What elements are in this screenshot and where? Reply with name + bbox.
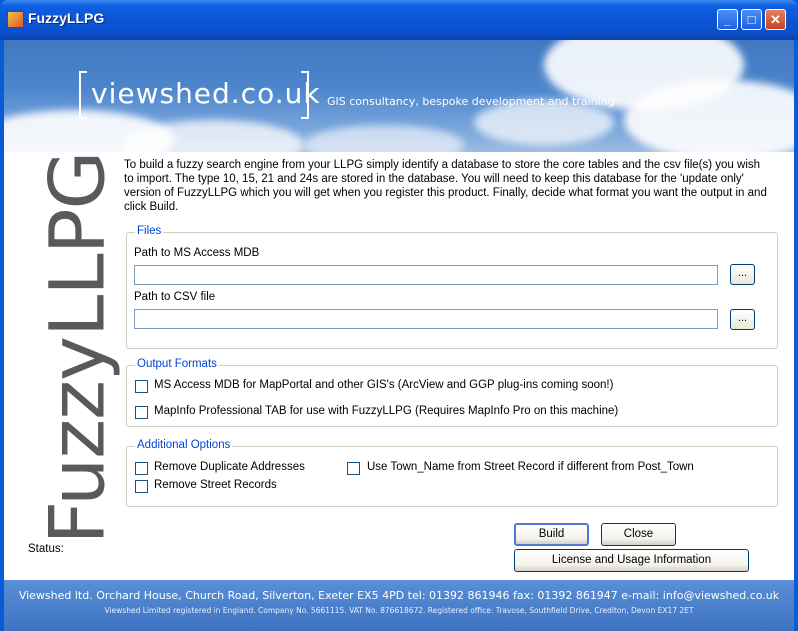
client-area: viewshed.co.uk GIS consultancy, bespoke … bbox=[4, 40, 794, 631]
output-formats-legend: Output Formats bbox=[135, 358, 219, 370]
close-button[interactable]: Close bbox=[601, 523, 676, 546]
app-icon bbox=[7, 11, 24, 28]
mdb-path-label: Path to MS Access MDB bbox=[134, 247, 260, 259]
csv-path-label: Path to CSV file bbox=[134, 291, 216, 303]
intro-text: To build a fuzzy search engine from your… bbox=[124, 159, 767, 213]
viewshed-logo: viewshed.co.uk bbox=[79, 71, 320, 119]
close-window-button[interactable]: ✕ bbox=[765, 9, 786, 30]
csv-browse-button[interactable]: ... bbox=[730, 309, 755, 330]
use-town-name-checkbox[interactable] bbox=[347, 462, 360, 475]
mdb-browse-button[interactable]: ... bbox=[730, 264, 755, 285]
build-button[interactable]: Build bbox=[514, 523, 589, 546]
csv-path-input[interactable] bbox=[134, 309, 718, 329]
side-title-text: FuzzyLLPG bbox=[32, 151, 122, 545]
remove-street-records-checkbox[interactable] bbox=[135, 480, 148, 493]
remove-duplicates-checkbox[interactable] bbox=[135, 462, 148, 475]
use-town-name-label: Use Town_Name from Street Record if diff… bbox=[367, 461, 694, 473]
minimize-button[interactable]: _ bbox=[717, 9, 738, 30]
output-formats-group: Output Formats MS Access MDB for MapPort… bbox=[126, 358, 778, 427]
additional-options-legend: Additional Options bbox=[135, 439, 233, 451]
banner: viewshed.co.uk GIS consultancy, bespoke … bbox=[4, 40, 794, 152]
application-window: FuzzyLLPG _ □ ✕ viewshed.co.uk GIS consu… bbox=[0, 0, 798, 631]
remove-street-records-label: Remove Street Records bbox=[154, 479, 277, 491]
tab-output-label: MapInfo Professional TAB for use with Fu… bbox=[154, 405, 619, 417]
remove-duplicates-label: Remove Duplicate Addresses bbox=[154, 461, 305, 473]
window-title: FuzzyLLPG bbox=[28, 10, 105, 26]
logo-text: viewshed.co.uk bbox=[91, 77, 321, 110]
mdb-output-checkbox[interactable] bbox=[135, 380, 148, 393]
tab-output-checkbox[interactable] bbox=[135, 406, 148, 419]
mdb-path-input[interactable] bbox=[134, 265, 718, 285]
mdb-output-label: MS Access MDB for MapPortal and other GI… bbox=[154, 379, 614, 391]
files-group: Files Path to MS Access MDB ... Path to … bbox=[126, 225, 778, 349]
banner-tagline: GIS consultancy, bespoke development and… bbox=[327, 95, 615, 108]
license-button[interactable]: License and Usage Information bbox=[514, 549, 749, 572]
maximize-button[interactable]: □ bbox=[741, 9, 762, 30]
footer-contact: Viewshed ltd. Orchard House, Church Road… bbox=[18, 589, 780, 602]
footer: Viewshed ltd. Orchard House, Church Road… bbox=[4, 580, 794, 631]
title-bar[interactable]: FuzzyLLPG _ □ ✕ bbox=[0, 0, 798, 40]
side-title: FuzzyLLPG bbox=[32, 152, 122, 545]
status-label: Status: bbox=[28, 543, 64, 555]
files-legend: Files bbox=[135, 225, 164, 237]
footer-registration: Viewshed Limited registered in England. … bbox=[104, 606, 694, 615]
additional-options-group: Additional Options Remove Duplicate Addr… bbox=[126, 439, 778, 507]
